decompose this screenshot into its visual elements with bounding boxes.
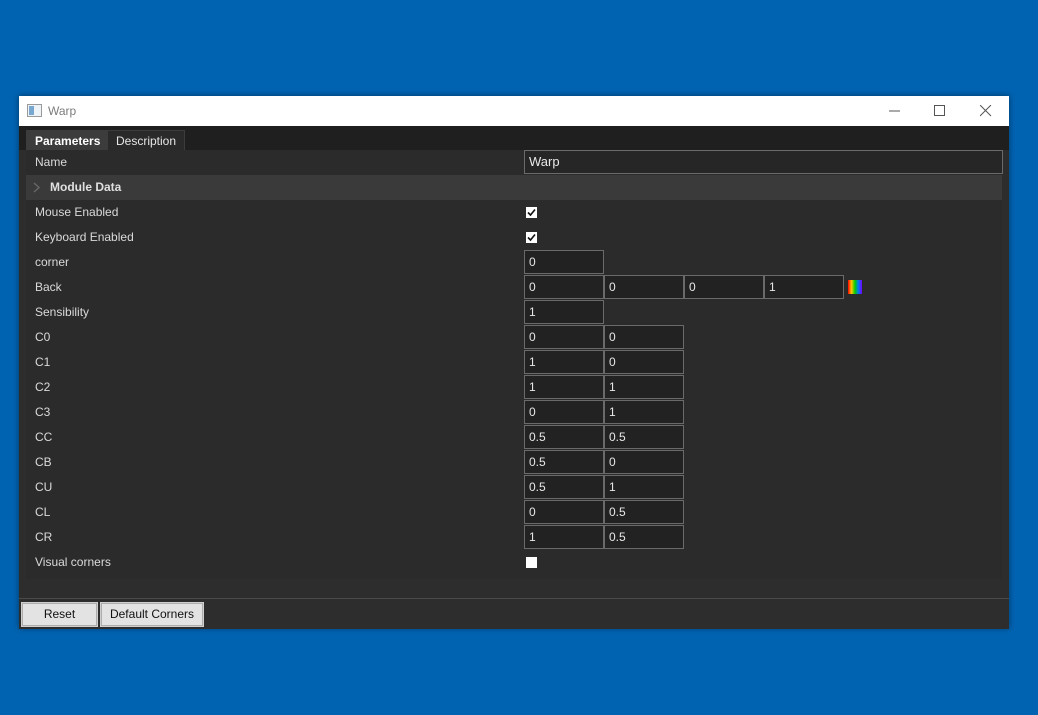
minimize-icon [889,110,900,112]
back-r-input[interactable]: 0 [524,275,604,299]
cb-y-input[interactable]: 0 [604,450,684,474]
mouse-enabled-checkbox[interactable] [526,207,537,218]
close-icon [980,105,992,117]
c3-x-input[interactable]: 0 [524,400,604,424]
param-label-keyboard-enabled: Keyboard Enabled [35,230,134,244]
back-a-input[interactable]: 1 [764,275,844,299]
module-data-label: Module Data [50,180,122,194]
tab-bar: Parameters Description [19,126,1009,150]
name-input[interactable]: Warp [524,150,1003,174]
cc-x-input[interactable]: 0.5 [524,425,604,449]
tab-description[interactable]: Description [107,130,185,150]
param-row-cb: CB 0.5 0 [26,450,1002,475]
maximize-button[interactable] [917,96,963,126]
c2-y-input[interactable]: 1 [604,375,684,399]
param-row-cc: CC 0.5 0.5 [26,425,1002,450]
param-label-c1: C1 [35,355,51,369]
corner-input[interactable]: 0 [524,250,604,274]
minimize-button[interactable] [872,96,918,126]
back-g-input[interactable]: 0 [604,275,684,299]
cb-x-input[interactable]: 0.5 [524,450,604,474]
c1-x-input[interactable]: 1 [524,350,604,374]
c1-y-input[interactable]: 0 [604,350,684,374]
param-label-mouse-enabled: Mouse Enabled [35,205,119,219]
c0-y-input[interactable]: 0 [604,325,684,349]
window-title: Warp [48,104,77,118]
title-bar[interactable]: Warp [19,96,1009,126]
param-row-sensibility: Sensibility 1 [26,300,1002,325]
param-label-c3: C3 [35,405,51,419]
param-row-cr: CR 1 0.5 [26,525,1002,550]
warp-window: Warp Parameters Description Name Warp Mo… [19,96,1009,629]
param-label-cl: CL [35,505,51,519]
default-corners-button[interactable]: Default Corners [100,602,204,627]
cu-x-input[interactable]: 0.5 [524,475,604,499]
param-row-c0: C0 0 0 [26,325,1002,350]
c2-x-input[interactable]: 1 [524,375,604,399]
param-label-back: Back [35,280,62,294]
visual-corners-checkbox[interactable] [526,557,537,568]
checkmark-icon [527,233,536,242]
param-row-corner: corner 0 [26,250,1002,275]
sensibility-input[interactable]: 1 [524,300,604,324]
cc-y-input[interactable]: 0.5 [604,425,684,449]
param-row-c2: C2 1 1 [26,375,1002,400]
cu-y-input[interactable]: 1 [604,475,684,499]
param-label-name: Name [35,155,68,169]
color-picker-icon[interactable] [848,280,862,294]
param-label-cc: CC [35,430,53,444]
param-row-keyboard-enabled: Keyboard Enabled [26,225,1002,250]
param-label-corner: corner [35,255,70,269]
param-row-cu: CU 0.5 1 [26,475,1002,500]
close-button[interactable] [963,96,1009,126]
param-row-visual-corners: Visual corners [26,550,1002,575]
param-row-back: Back 0 0 0 1 [26,275,1002,300]
param-label-cb: CB [35,455,52,469]
param-row-name: Name Warp [26,150,1003,175]
cr-x-input[interactable]: 1 [524,525,604,549]
param-label-cr: CR [35,530,53,544]
keyboard-enabled-checkbox[interactable] [526,232,537,243]
c3-y-input[interactable]: 1 [604,400,684,424]
back-b-input[interactable]: 0 [684,275,764,299]
cl-x-input[interactable]: 0 [524,500,604,524]
module-data-section[interactable]: Module Data [26,175,1002,200]
param-row-cl: CL 0 0.5 [26,500,1002,525]
button-bar: Reset Default Corners [19,598,1009,629]
reset-button[interactable]: Reset [21,602,98,627]
parameters-panel: Name Warp Module Data Mouse Enabled Keyb… [26,150,1003,579]
cr-y-input[interactable]: 0.5 [604,525,684,549]
c0-x-input[interactable]: 0 [524,325,604,349]
maximize-icon [934,105,945,116]
app-window-icon [27,104,42,117]
param-label-c2: C2 [35,380,51,394]
param-label-c0: C0 [35,330,51,344]
param-row-c1: C1 1 0 [26,350,1002,375]
param-row-c3: C3 0 1 [26,400,1002,425]
param-label-sensibility: Sensibility [35,305,90,319]
param-label-cu: CU [35,480,53,494]
chevron-right-icon [33,182,41,193]
cl-y-input[interactable]: 0.5 [604,500,684,524]
param-label-visual-corners: Visual corners [35,555,111,569]
tab-parameters[interactable]: Parameters [26,130,107,150]
checkmark-icon [527,208,536,217]
param-row-mouse-enabled: Mouse Enabled [26,200,1002,225]
